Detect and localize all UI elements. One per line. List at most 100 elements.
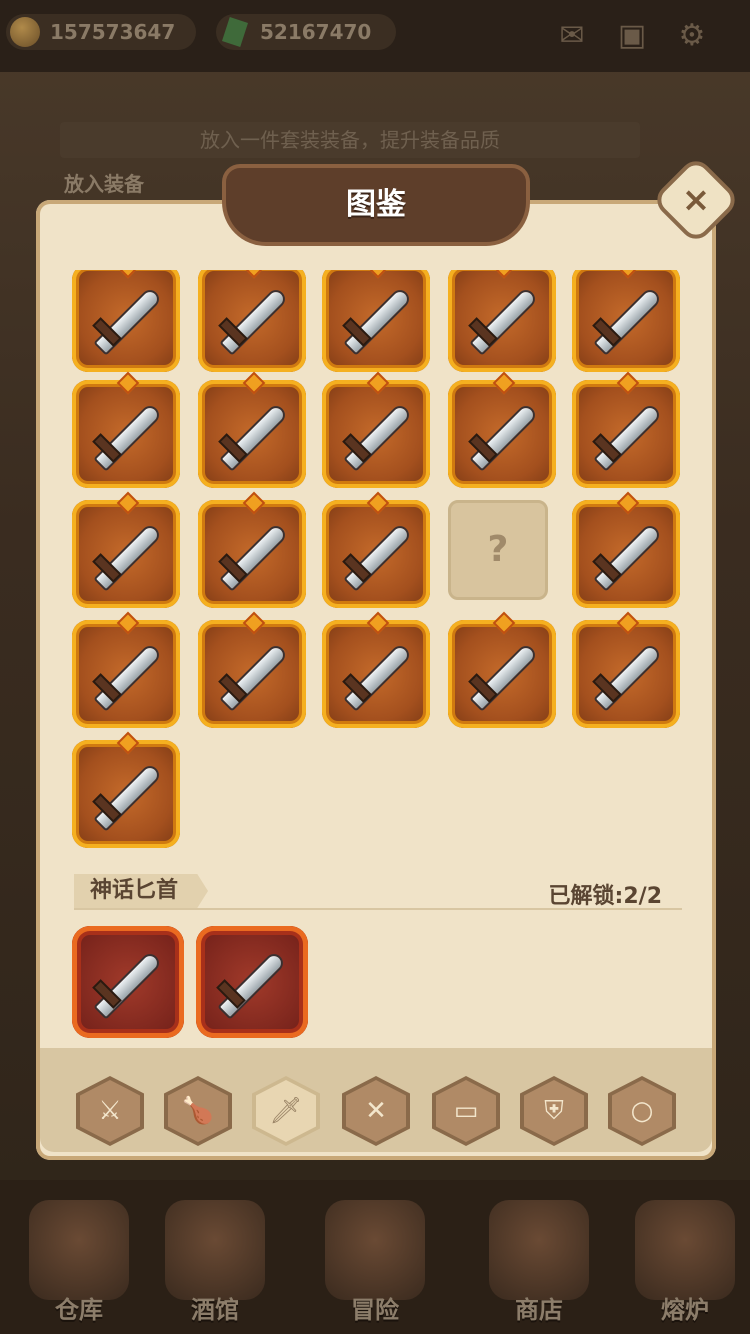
nav-adventure[interactable]: 冒险 <box>310 1190 440 1330</box>
dagger-icon <box>596 289 660 353</box>
dagger-icon <box>346 405 410 469</box>
dagger-card[interactable] <box>572 500 680 608</box>
box-icon[interactable]: ▣ <box>612 18 652 54</box>
armor-icon: ⛨ <box>544 1096 564 1126</box>
tab-book[interactable]: ▭ <box>432 1076 500 1146</box>
mail-icon[interactable]: ✉ <box>552 18 592 54</box>
dagger-icon <box>346 645 410 709</box>
question-icon: ? <box>487 529 509 570</box>
gold-counter: 157573647 <box>6 14 196 50</box>
dagger-card[interactable] <box>72 740 180 848</box>
dagger-icon <box>96 405 160 469</box>
card-frame <box>72 270 180 372</box>
equip-label: 放入装备 <box>64 172 144 196</box>
dagger-card[interactable] <box>322 620 430 728</box>
dagger-card[interactable] <box>448 620 556 728</box>
divider <box>74 908 682 910</box>
dagger-icon <box>596 645 660 709</box>
dagger-card[interactable] <box>198 380 306 488</box>
card-frame <box>572 620 680 728</box>
dagger-card[interactable] <box>72 500 180 608</box>
dagger-icon <box>472 405 536 469</box>
card-frame <box>72 380 180 488</box>
dagger-icon <box>472 289 536 353</box>
weapon-icon: ⚔ <box>98 1096 122 1126</box>
club-icon: 🍗 <box>181 1096 215 1126</box>
card-frame <box>572 380 680 488</box>
dagger-card[interactable] <box>72 270 180 372</box>
dagger-icon <box>346 525 410 589</box>
dagger-icon <box>222 405 286 469</box>
forge-icon <box>635 1200 735 1300</box>
dagger-card[interactable] <box>572 380 680 488</box>
gold-amount: 157573647 <box>50 20 176 44</box>
dagger-icon <box>96 289 160 353</box>
modal-header: 图鉴 <box>226 168 526 242</box>
nav-warehouse[interactable]: 仓库 <box>14 1190 144 1330</box>
dagger-card[interactable] <box>72 620 180 728</box>
gem-amount: 52167470 <box>260 20 372 44</box>
dagger-icon <box>222 525 286 589</box>
ring-icon: ○ <box>630 1096 654 1126</box>
mythic-dagger-2[interactable] <box>196 926 308 1038</box>
locked-placeholder: ? <box>448 500 548 600</box>
tab-club[interactable]: 🍗 <box>164 1076 232 1146</box>
gear-icon[interactable]: ⚙ <box>672 18 712 54</box>
dagger-card[interactable] <box>198 620 306 728</box>
tab-ring[interactable]: ○ <box>608 1076 676 1146</box>
hint-banner: 放入一件套装装备，提升装备品质 <box>60 122 640 158</box>
dagger-card[interactable] <box>198 500 306 608</box>
shield-icon: ✕ <box>365 1096 387 1126</box>
dagger-icon <box>96 953 160 1017</box>
card-frame <box>198 620 306 728</box>
dagger-icon <box>222 645 286 709</box>
dagger-card[interactable] <box>448 270 556 372</box>
coin-icon <box>10 17 40 47</box>
card-frame <box>572 270 680 372</box>
unlock-count: 已解锁:2/2 <box>548 884 662 909</box>
locked-slot[interactable]: ? <box>448 500 556 608</box>
dagger-grid: ? <box>72 270 684 850</box>
card-frame <box>322 620 430 728</box>
card-frame <box>572 500 680 608</box>
nav-tavern[interactable]: 酒馆 <box>150 1190 280 1330</box>
close-icon: × <box>681 180 711 220</box>
tab-armor[interactable]: ⛨ <box>520 1076 588 1146</box>
adventure-icon <box>325 1200 425 1300</box>
dagger-icon <box>346 289 410 353</box>
dagger-card[interactable] <box>198 270 306 372</box>
top-bar: 157573647 52167470 ✉ ▣ ⚙ <box>0 0 750 72</box>
dagger-card[interactable] <box>448 380 556 488</box>
dagger-icon <box>596 405 660 469</box>
card-frame <box>72 620 180 728</box>
section-label: 神话匕首 <box>90 878 179 903</box>
dagger-card[interactable] <box>572 270 680 372</box>
section-tag: 神话匕首 <box>74 874 208 908</box>
card-frame <box>322 500 430 608</box>
dagger-icon <box>96 525 160 589</box>
nav-shop[interactable]: 商店 <box>474 1190 604 1330</box>
dagger-card[interactable] <box>72 380 180 488</box>
book-icon: ▭ <box>453 1096 479 1126</box>
card-frame <box>198 380 306 488</box>
tab-weapon[interactable]: ⚔ <box>76 1076 144 1146</box>
dagger-card[interactable] <box>322 380 430 488</box>
tab-shield[interactable]: ✕ <box>342 1076 410 1146</box>
dagger-icon <box>472 645 536 709</box>
card-frame <box>72 740 180 848</box>
card-frame <box>198 270 306 372</box>
warehouse-icon <box>29 1200 129 1300</box>
dagger-icon <box>596 525 660 589</box>
card-frame <box>322 380 430 488</box>
card-frame <box>448 380 556 488</box>
dagger-card[interactable] <box>322 270 430 372</box>
card-frame <box>448 270 556 372</box>
mythic-dagger-1[interactable] <box>72 926 184 1038</box>
dagger-card[interactable] <box>572 620 680 728</box>
tab-dagger[interactable]: 🗡 <box>252 1076 320 1146</box>
gem-counter: 52167470 <box>216 14 396 50</box>
modal-title: 图鉴 <box>346 187 406 222</box>
card-frame <box>72 500 180 608</box>
dagger-card[interactable] <box>322 500 430 608</box>
nav-forge[interactable]: 熔炉 <box>620 1190 750 1330</box>
